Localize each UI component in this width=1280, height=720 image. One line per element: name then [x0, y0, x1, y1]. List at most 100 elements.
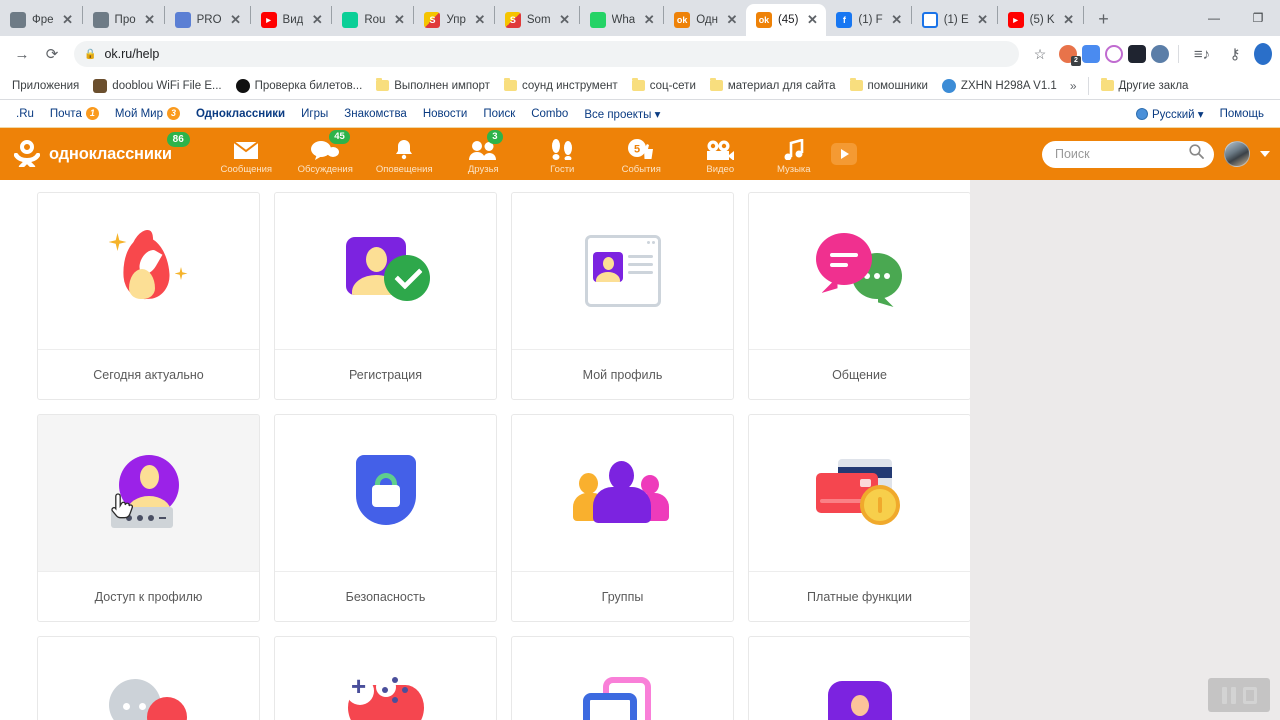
close-icon[interactable]: ✕	[142, 12, 158, 28]
bookmark-item[interactable]: Выполнен импорт	[370, 78, 496, 94]
browser-tab[interactable]: Rou ✕	[332, 4, 413, 36]
browser-tab[interactable]: S Som ✕	[495, 4, 579, 36]
google-translate-icon[interactable]	[1082, 45, 1100, 63]
browser-tab[interactable]: S Упр ✕	[414, 4, 493, 36]
ok-nav-friends[interactable]: 3 Друзья	[445, 129, 522, 175]
play-button[interactable]	[830, 143, 857, 165]
close-icon[interactable]: ✕	[1061, 12, 1077, 28]
help-card-row3-1[interactable]	[37, 636, 260, 720]
browser-tab-active[interactable]: ok (45) ✕	[745, 4, 827, 36]
ok-nav-events[interactable]: 5 События	[603, 134, 680, 175]
help-card-paid-features[interactable]: Платные функции	[748, 414, 971, 622]
url-text: ok.ru/help	[104, 47, 160, 61]
bookmarks-overflow-button[interactable]: »	[1065, 77, 1082, 95]
ok-nav-discussions[interactable]: 45 Обсуждения	[287, 129, 364, 175]
extension-orange-icon[interactable]: 2	[1059, 45, 1081, 66]
browser-tab[interactable]: Фре ✕	[0, 4, 82, 36]
close-icon[interactable]: ✕	[60, 12, 76, 28]
mailbar-item-combo[interactable]: Combo	[523, 108, 576, 120]
mailbar-item-poisk[interactable]: Поиск	[475, 108, 523, 120]
reload-icon[interactable]: ⟳	[38, 40, 66, 68]
help-card-row3-4[interactable]	[748, 636, 971, 720]
bookmark-apps[interactable]: Приложения	[6, 78, 85, 94]
help-card-profile-access[interactable]: Доступ к профилю	[37, 414, 260, 622]
mailbar-item-novosti[interactable]: Новости	[415, 108, 476, 120]
minimize-button[interactable]: —	[1192, 2, 1236, 34]
close-icon[interactable]: ✕	[975, 12, 991, 28]
close-icon[interactable]: ✕	[641, 12, 657, 28]
browser-tab[interactable]: ok Одн ✕	[664, 4, 746, 36]
mailbar-item-all-projects[interactable]: Все проекты ▾	[576, 107, 668, 121]
ok-nav-messages[interactable]: Сообщения	[208, 134, 285, 175]
bookmark-item[interactable]: соунд инструмент	[498, 78, 624, 94]
browser-tab[interactable]: PRO ✕	[165, 4, 250, 36]
help-card-row3-2[interactable]	[274, 636, 497, 720]
next-icon[interactable]	[1242, 686, 1257, 704]
playlist-icon[interactable]: ≡♪	[1188, 40, 1216, 68]
ok-nav-notifications[interactable]: Оповещения	[366, 134, 443, 175]
help-card-today[interactable]: Сегодня актуально	[37, 192, 260, 400]
circle-extension-icon[interactable]	[1105, 45, 1123, 63]
close-icon[interactable]: ✕	[557, 12, 573, 28]
mailbar-item-znakomstva[interactable]: Знакомства	[336, 108, 415, 120]
close-icon[interactable]: ✕	[228, 12, 244, 28]
search-input[interactable]	[1055, 147, 1189, 161]
dark-extension-icon[interactable]	[1128, 45, 1146, 63]
close-icon[interactable]: ✕	[309, 12, 325, 28]
pause-icon[interactable]	[1221, 686, 1236, 704]
help-card-security[interactable]: Безопасность	[274, 414, 497, 622]
address-bar[interactable]: 🔒 ok.ru/help	[74, 41, 1019, 67]
bookmark-item[interactable]: Проверка билетов...	[230, 77, 369, 95]
close-icon[interactable]: ✕	[804, 12, 820, 28]
mailru-projects-bar: .Ru Почта 1 Мой Мир 3 Одноклассники Игры З…	[0, 100, 1280, 128]
devices-icon	[571, 663, 675, 720]
magnifier-icon[interactable]	[1189, 144, 1204, 164]
close-icon[interactable]: ✕	[889, 12, 905, 28]
avatar[interactable]	[1224, 141, 1250, 167]
language-selector[interactable]: Русский ▾	[1128, 107, 1212, 121]
other-bookmarks-button[interactable]: Другие закла	[1095, 78, 1195, 94]
lock-icon: 🔒	[84, 48, 97, 60]
browser-tab[interactable]: (5) K ✕	[998, 4, 1083, 36]
browser-tab[interactable]: Wha ✕	[580, 4, 664, 36]
browser-tab[interactable]: Про ✕	[83, 4, 164, 36]
close-icon[interactable]: ✕	[724, 12, 740, 28]
bookmark-item[interactable]: соц-сети	[626, 78, 702, 94]
ok-nav-music[interactable]: Музыка	[761, 134, 827, 175]
bookmark-item[interactable]: ZXHN H298A V1.1	[936, 77, 1063, 95]
search-box[interactable]	[1042, 140, 1214, 168]
help-card-row3-3[interactable]	[511, 636, 734, 720]
browser-tab[interactable]: f (1) F ✕	[826, 4, 910, 36]
player-overlay[interactable]	[1208, 678, 1270, 712]
close-icon[interactable]: ✕	[472, 12, 488, 28]
site-icon	[93, 78, 108, 93]
bookmark-item[interactable]: помошники	[844, 78, 934, 94]
browser-tab[interactable]: ✉ (1) E ✕	[912, 4, 997, 36]
new-tab-button[interactable]: +	[1090, 5, 1118, 33]
help-card-my-profile[interactable]: Мой профиль	[511, 192, 734, 400]
chevron-down-icon[interactable]	[1260, 151, 1270, 157]
ok-nav-video[interactable]: Видео	[682, 134, 759, 175]
help-card-groups[interactable]: Группы	[511, 414, 734, 622]
ok-nav-guests[interactable]: Гости	[524, 134, 601, 175]
close-icon[interactable]: ✕	[391, 12, 407, 28]
ok-logo[interactable]: одноклассники 86	[14, 132, 190, 168]
mailbar-item-pochta[interactable]: Почта 1	[42, 107, 107, 120]
card-art	[749, 193, 970, 349]
maximize-button[interactable]: ❐	[1236, 2, 1280, 34]
mailbar-item-igry[interactable]: Игры	[293, 108, 336, 120]
profile-avatar-icon[interactable]	[1254, 43, 1272, 65]
key-icon[interactable]: ⚷	[1221, 40, 1249, 68]
bookmark-item[interactable]: dooblou WiFi File E...	[87, 77, 227, 95]
mailbar-item-ru[interactable]: .Ru	[8, 108, 42, 120]
mailbar-item-odnoklassniki[interactable]: Одноклассники	[188, 108, 293, 120]
help-card-registration[interactable]: Регистрация	[274, 192, 497, 400]
bookmark-star-icon[interactable]: ☆	[1027, 41, 1053, 67]
help-link[interactable]: Помощь	[1212, 108, 1272, 120]
help-card-communication[interactable]: Общение	[748, 192, 971, 400]
mailbar-item-moimir[interactable]: Мой Мир 3	[107, 107, 188, 120]
browser-tab[interactable]: Вид ✕	[251, 4, 332, 36]
bookmark-item[interactable]: материал для сайта	[704, 78, 842, 94]
forward-icon[interactable]: →	[8, 40, 36, 68]
firefox-extension-icon[interactable]	[1151, 45, 1169, 63]
